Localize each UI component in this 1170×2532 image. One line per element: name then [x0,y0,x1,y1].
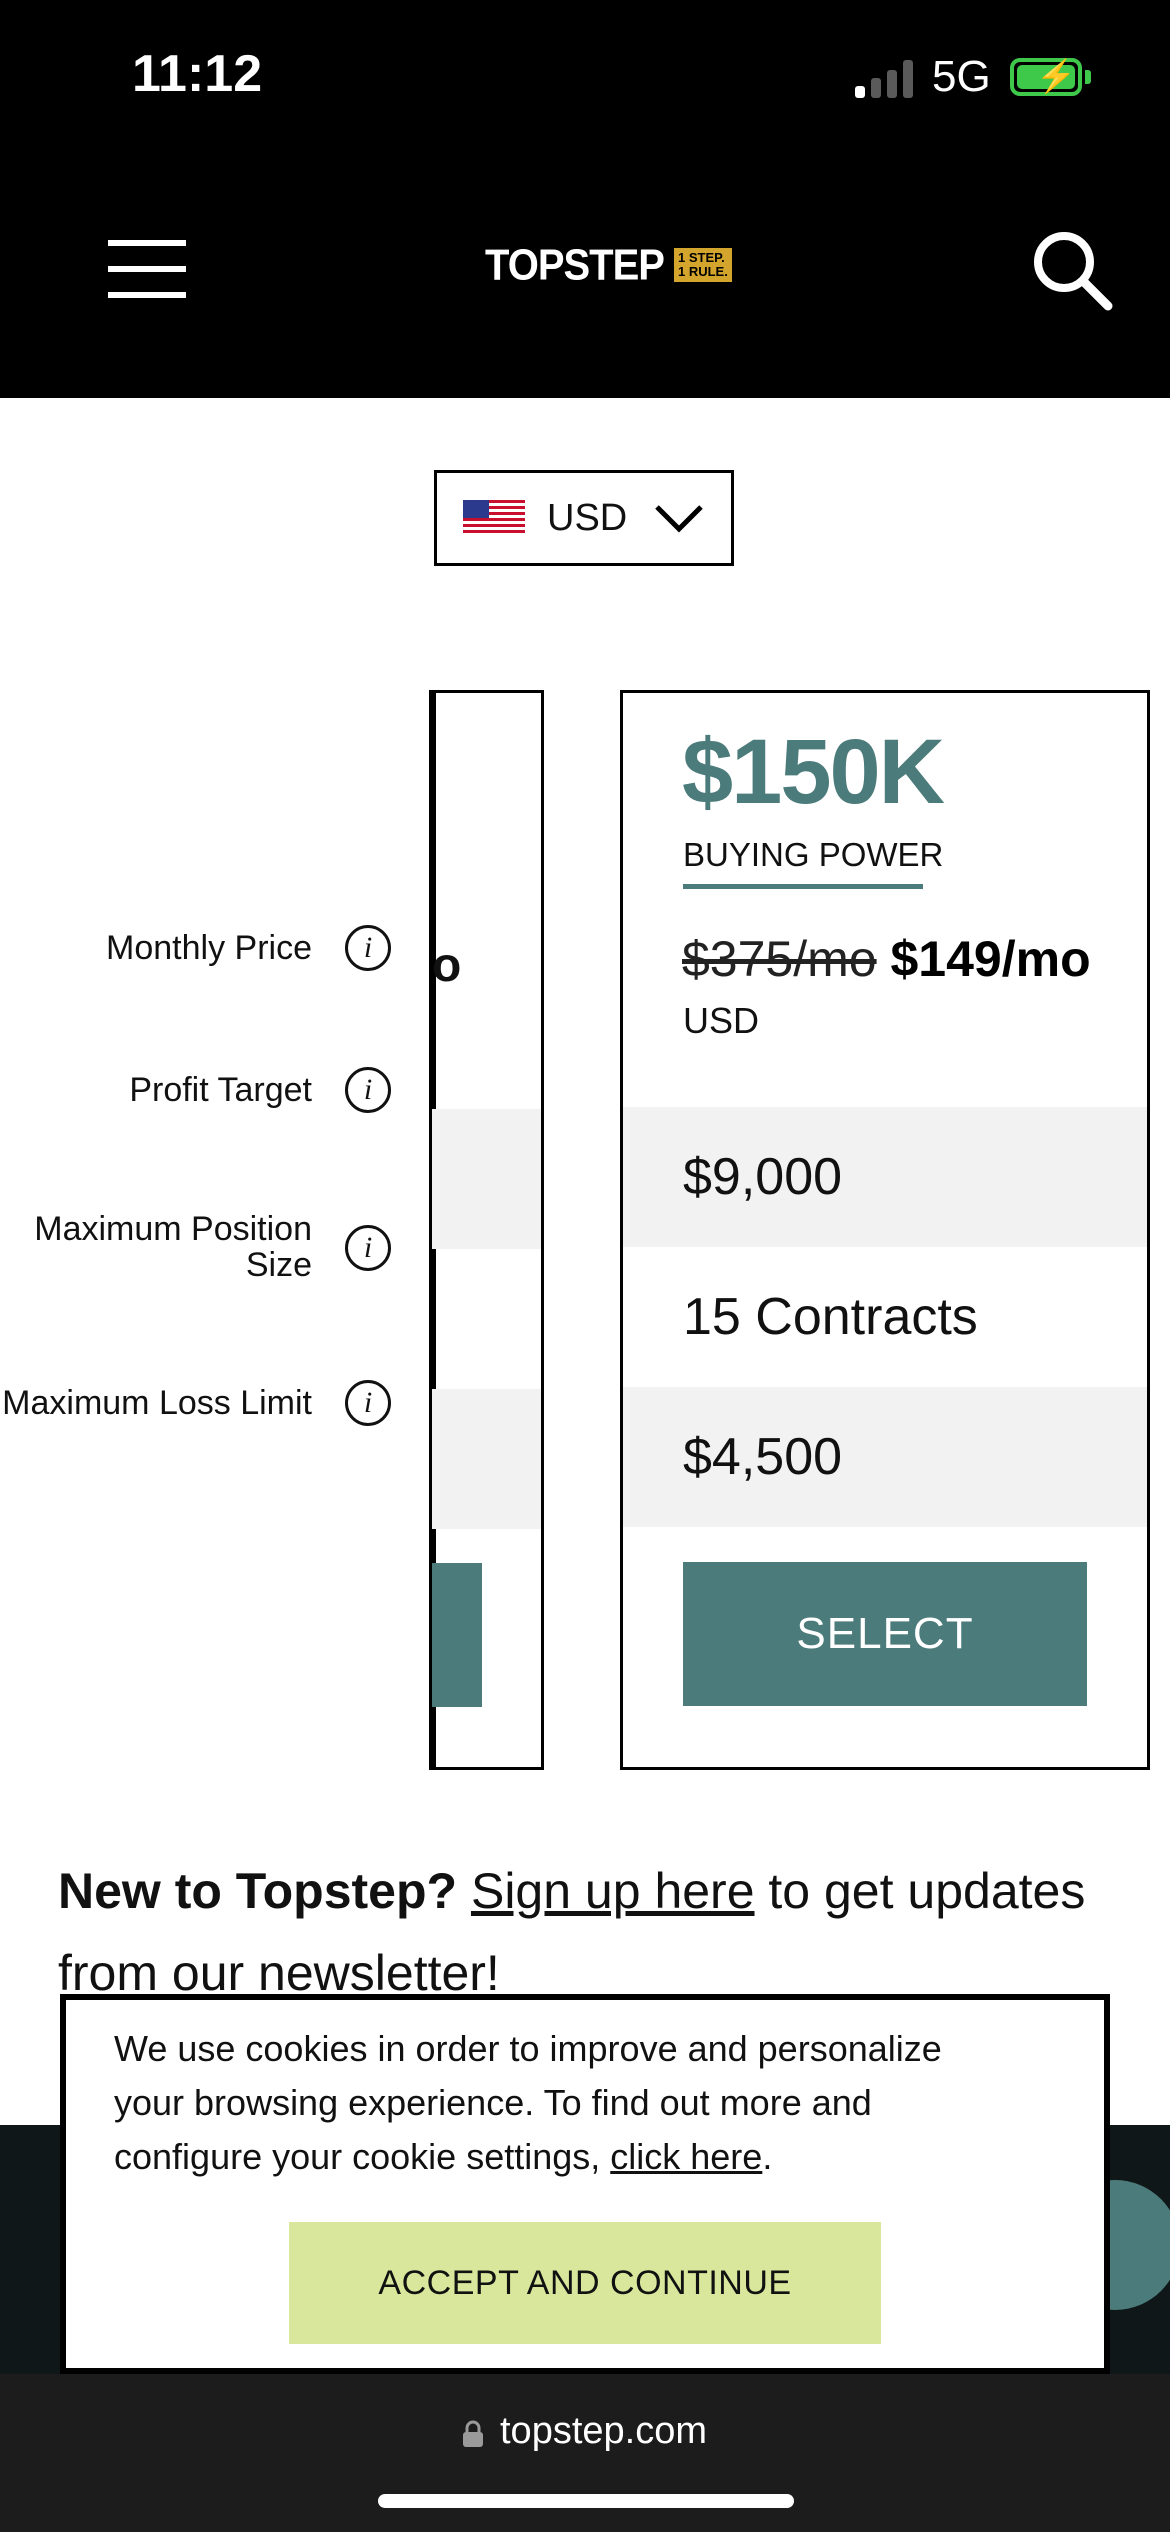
buying-power-underline [683,884,923,889]
newsletter-lead: New to Topstep? [58,1863,458,1919]
currency-select[interactable]: USD [434,470,734,566]
old-price: $375/mo [682,931,877,987]
battery-cap [1085,70,1091,84]
max-position-row: 15 Contracts [623,1247,1147,1387]
select-button[interactable]: SELECT [683,1562,1087,1706]
cookie-text: We use cookies in order to improve and p… [114,2022,1014,2184]
max-loss-row: $4,500 [623,1387,1147,1527]
label-max-loss: Maximum Loss Limit [2,1384,312,1422]
chevron-down-icon [655,505,703,533]
plan-amount: $150K [682,721,945,823]
buying-power-label: BUYING POWER [683,836,944,873]
profit-target-row: $9,000 [623,1107,1147,1247]
network-label: 5G [932,52,991,101]
price-fragment: o [432,939,462,992]
label-max-position-line2: Size [245,1246,312,1284]
info-icon[interactable]: i [345,1067,391,1113]
hamburger-icon[interactable] [108,240,186,298]
price-currency: USD [683,1000,760,1041]
search-icon[interactable] [1030,228,1114,312]
status-time: 11:12 [132,45,263,103]
profit-target-value: $9,000 [683,1148,843,1206]
url-text[interactable]: topstep.com [500,2410,707,2453]
info-icon[interactable]: i [345,925,391,971]
us-flag-icon [463,500,525,536]
newsletter-text: New to Topstep? Sign up here to get upda… [58,1850,1138,2014]
logo-tagline: 1 STEP. 1 RULE. [673,248,732,282]
label-monthly-price: Monthly Price [106,929,312,967]
battery-icon: ⚡ [1010,58,1082,96]
label-profit-target: Profit Target [129,1071,312,1109]
accept-cookies-button[interactable]: ACCEPT AND CONTINUE [289,2222,881,2344]
info-icon[interactable]: i [345,1380,391,1426]
topstep-logo[interactable]: TOPSTEP 1 STEP. 1 RULE. [485,240,732,290]
max-position-value: 15 Contracts [683,1288,978,1346]
cookie-settings-link[interactable]: click here [610,2136,762,2177]
home-indicator[interactable] [378,2494,794,2508]
select-button-partial[interactable] [432,1563,482,1707]
newsletter-signup-link[interactable]: Sign up here [471,1863,755,1919]
currency-value: USD [547,496,628,539]
label-max-position-line1: Maximum Position [34,1210,312,1248]
price-row: $375/mo $149/mo [682,930,1091,988]
cookie-text-after: . [762,2136,773,2177]
browser-address-bar[interactable] [0,2374,1170,2532]
new-price: $149/mo [890,931,1091,987]
signal-icon [855,58,915,98]
logo-wordmark: TOPSTEP [485,240,665,289]
info-icon[interactable]: i [345,1225,391,1271]
plan-card-partial[interactable]: o [429,690,544,1770]
lock-icon [463,2420,483,2447]
cookie-text-before: We use cookies in order to improve and p… [114,2028,942,2177]
max-loss-value: $4,500 [683,1428,843,1486]
